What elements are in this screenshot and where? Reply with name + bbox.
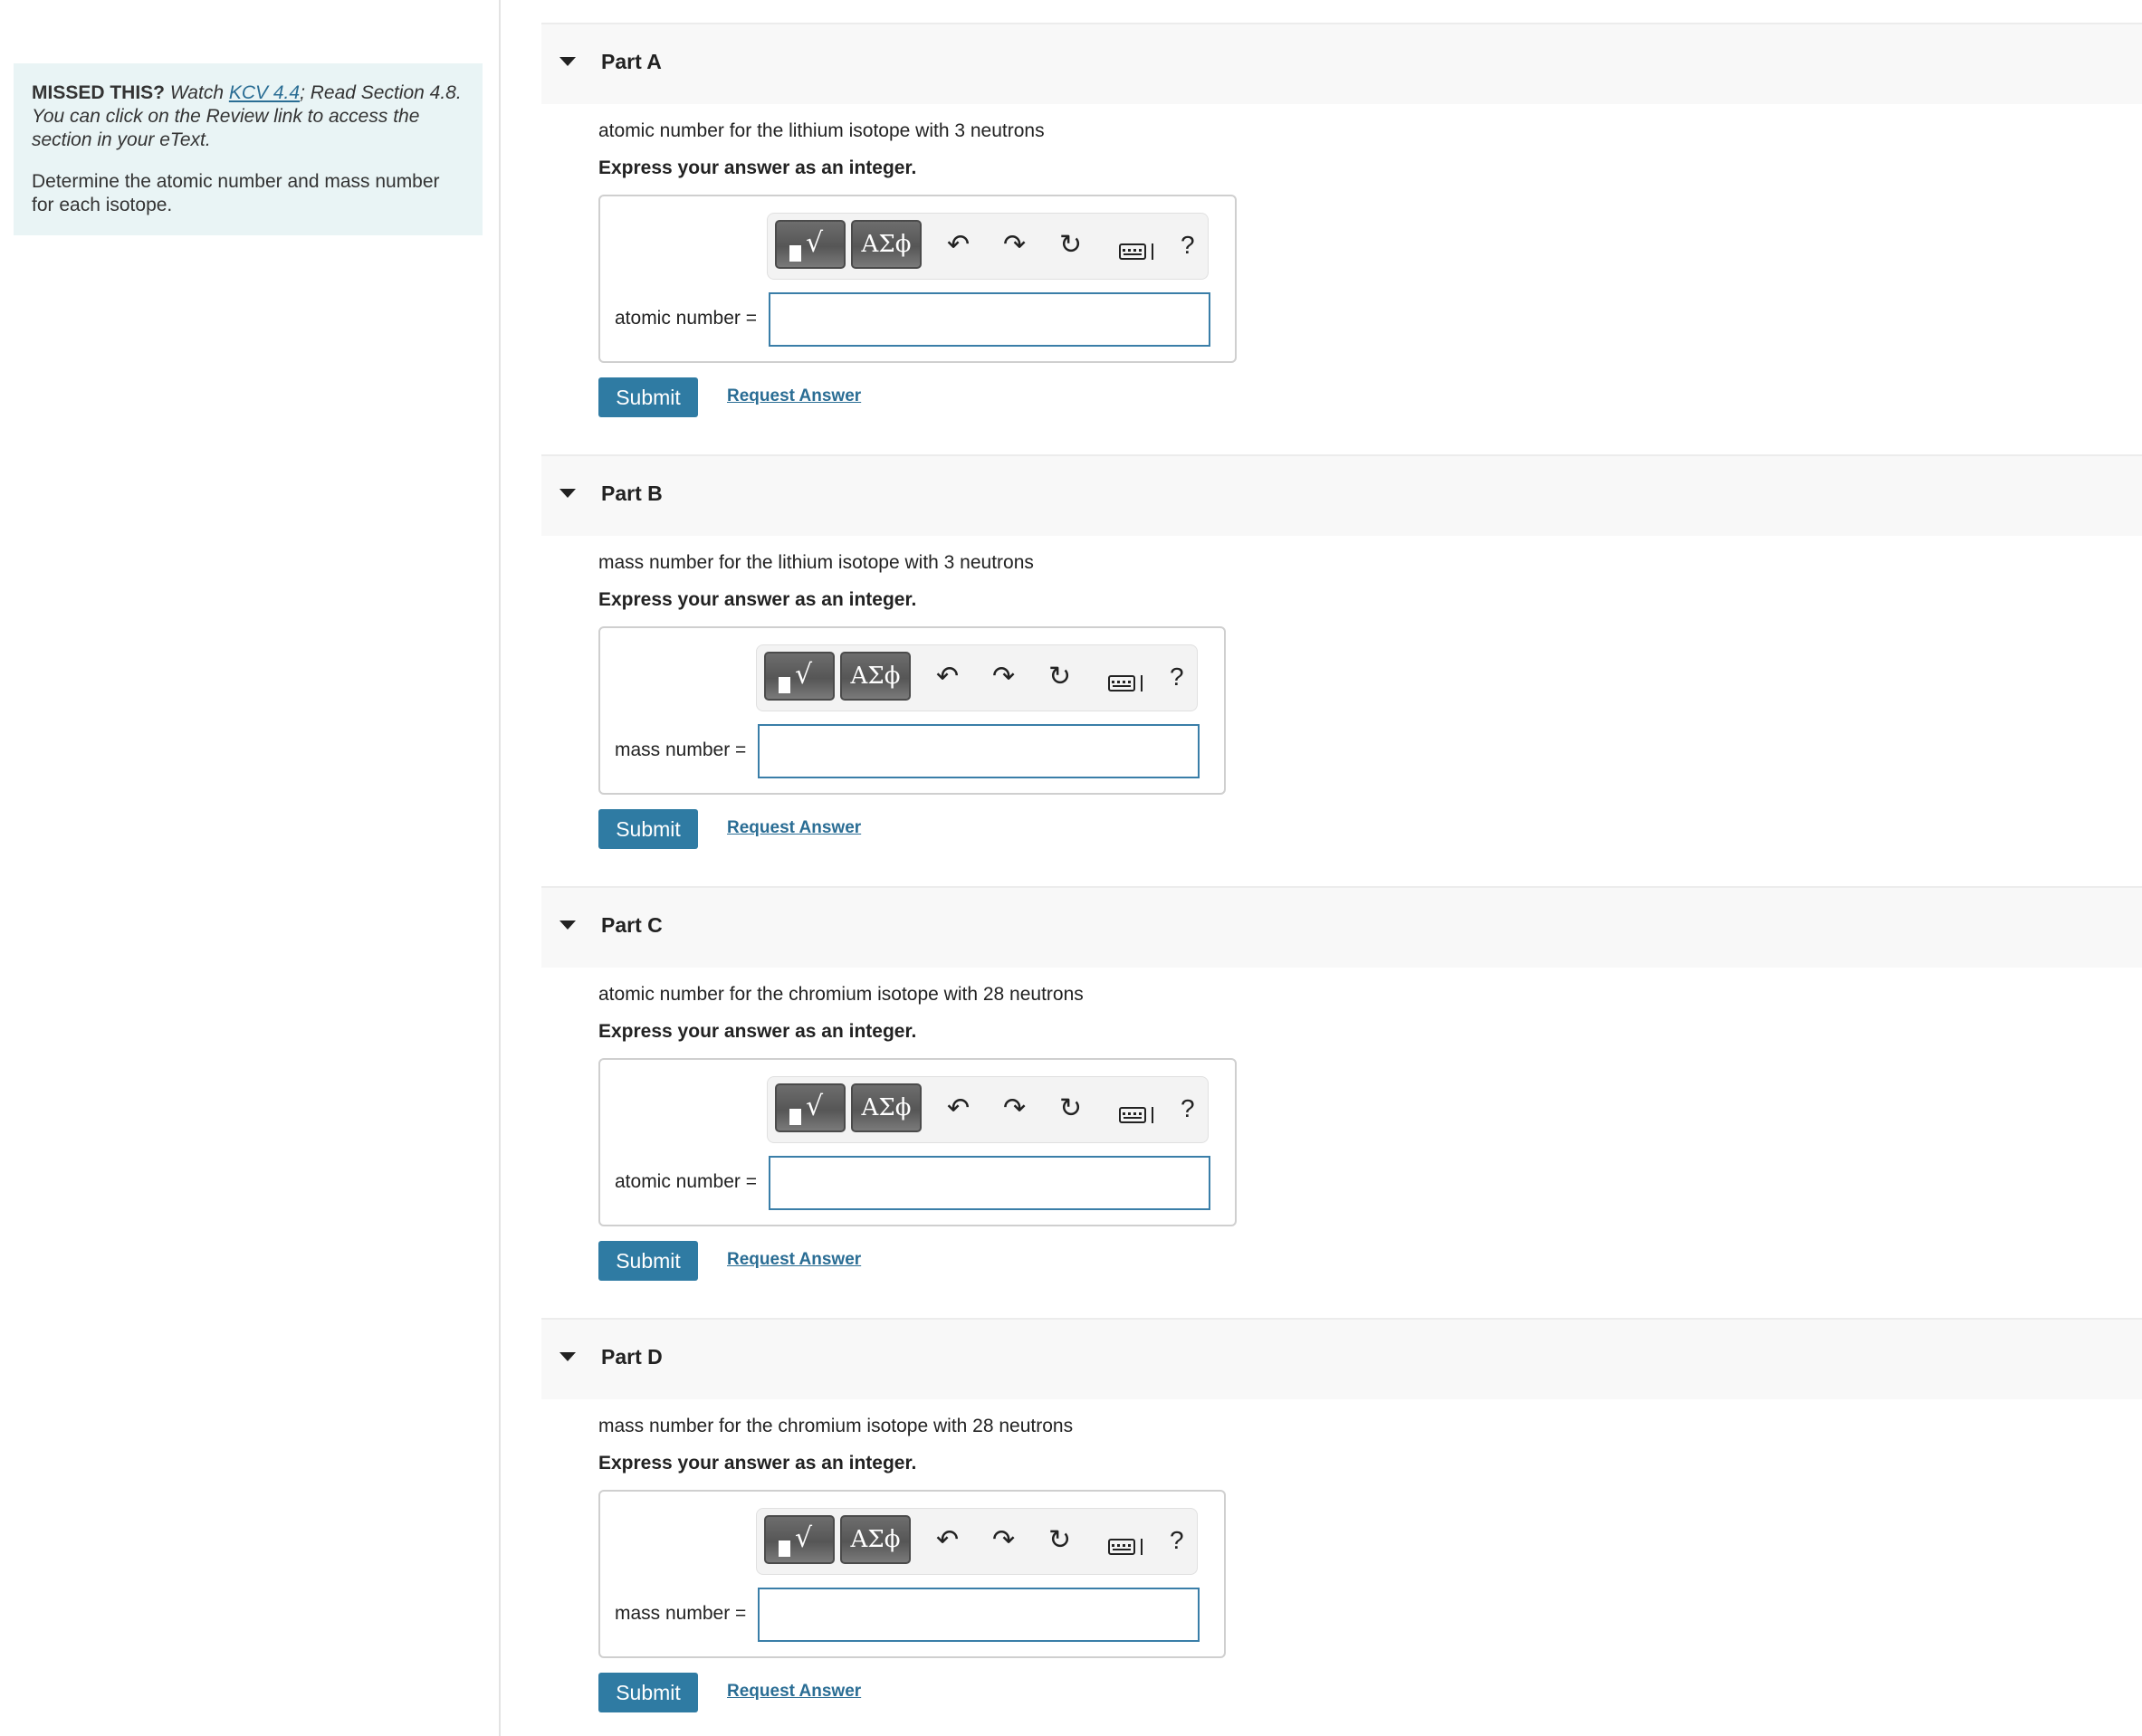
symbols-button[interactable]: ΑΣϕ [840,1515,911,1564]
template-square-icon [789,1109,801,1125]
reset-icon[interactable]: ↻ [1059,230,1082,261]
question-text: mass number for the lithium isotope with… [598,552,1034,573]
symbols-button[interactable]: ΑΣϕ [851,1083,922,1132]
kcv-link[interactable]: KCV 4.4 [229,82,300,103]
submit-button[interactable]: Submit [598,1241,698,1281]
symbols-button[interactable]: ΑΣϕ [840,652,911,701]
field-label: atomic number = [615,308,757,329]
missed-this-box: MISSED THIS? Watch KCV 4.4; Read Section… [14,63,483,235]
part-c-header[interactable]: Part C [541,886,2142,968]
undo-icon[interactable]: ↶ [936,662,959,692]
undo-icon[interactable]: ↶ [947,1093,970,1124]
problem-instruction: Determine the atomic number and mass num… [32,171,440,215]
keyboard-icon[interactable] [1108,667,1143,698]
math-toolbar: √ ΑΣϕ ↶ ↷ ↻ ? [756,644,1198,711]
keyboard-icon[interactable] [1119,1099,1153,1130]
collapse-caret-icon[interactable] [559,1352,576,1361]
answer-box: √ ΑΣϕ ↶ ↷ ↻ ? mass number = [598,1490,1226,1658]
help-button[interactable]: ? [1181,1093,1195,1124]
part-a-header[interactable]: Part A [541,23,2142,104]
answer-box: √ ΑΣϕ ↶ ↷ ↻ ? atomic number = [598,1058,1237,1226]
answer-input[interactable] [769,1156,1210,1210]
answer-input[interactable] [758,724,1200,778]
help-button[interactable]: ? [1181,230,1195,261]
redo-icon[interactable]: ↷ [992,662,1015,692]
redo-icon[interactable]: ↷ [1003,1093,1026,1124]
reset-icon[interactable]: ↻ [1048,1525,1071,1556]
collapse-caret-icon[interactable] [559,489,576,498]
undo-icon[interactable]: ↶ [947,230,970,261]
submit-button[interactable]: Submit [598,377,698,417]
answer-input[interactable] [769,292,1210,347]
reset-icon[interactable]: ↻ [1048,662,1071,692]
part-title: Part A [601,50,662,73]
missed-this-label: MISSED THIS? [32,82,166,103]
field-label: mass number = [615,739,747,760]
template-square-icon [779,1540,790,1557]
request-answer-link[interactable]: Request Answer [727,1250,861,1270]
question-text: atomic number for the chromium isotope w… [598,984,1084,1005]
answer-box: √ ΑΣϕ ↶ ↷ ↻ ? mass number = [598,626,1226,795]
radical-icon: √ [795,659,813,691]
keyboard-icon[interactable] [1119,235,1153,266]
symbols-button[interactable]: ΑΣϕ [851,220,922,269]
math-toolbar: √ ΑΣϕ ↶ ↷ ↻ ? [756,1508,1198,1575]
answer-instruction: Express your answer as an integer. [598,1453,917,1474]
template-square-icon [779,677,790,693]
templates-button[interactable]: √ [775,1083,846,1132]
keyboard-icon[interactable] [1108,1531,1143,1561]
request-answer-link[interactable]: Request Answer [727,1682,861,1702]
redo-icon[interactable]: ↷ [1003,230,1026,261]
redo-icon[interactable]: ↷ [992,1525,1015,1556]
answer-box: √ ΑΣϕ ↶ ↷ ↻ ? atomic number = [598,195,1237,363]
radical-icon: √ [806,1091,824,1122]
field-label: atomic number = [615,1171,757,1192]
radical-icon: √ [795,1522,813,1554]
template-square-icon [789,245,801,262]
answer-input[interactable] [758,1588,1200,1642]
radical-icon: √ [806,227,824,259]
question-text: mass number for the chromium isotope wit… [598,1416,1074,1436]
request-answer-link[interactable]: Request Answer [727,386,861,406]
templates-button[interactable]: √ [764,652,835,701]
part-b-header[interactable]: Part B [541,454,2142,536]
part-title: Part C [601,913,663,937]
watch-text: Watch [169,82,224,103]
field-label: mass number = [615,1603,747,1624]
submit-button[interactable]: Submit [598,809,698,849]
part-title: Part D [601,1345,663,1369]
submit-button[interactable]: Submit [598,1673,698,1712]
help-button[interactable]: ? [1170,662,1184,692]
math-toolbar: √ ΑΣϕ ↶ ↷ ↻ ? [767,213,1209,280]
help-button[interactable]: ? [1170,1525,1184,1556]
math-toolbar: √ ΑΣϕ ↶ ↷ ↻ ? [767,1076,1209,1143]
answer-instruction: Express your answer as an integer. [598,589,917,610]
request-answer-link[interactable]: Request Answer [727,818,861,838]
part-title: Part B [601,482,663,505]
reset-icon[interactable]: ↻ [1059,1093,1082,1124]
templates-button[interactable]: √ [775,220,846,269]
part-d-header[interactable]: Part D [541,1318,2142,1399]
answer-instruction: Express your answer as an integer. [598,1021,917,1042]
question-text: atomic number for the lithium isotope wi… [598,120,1045,141]
templates-button[interactable]: √ [764,1515,835,1564]
collapse-caret-icon[interactable] [559,920,576,930]
answer-instruction: Express your answer as an integer. [598,157,917,178]
collapse-caret-icon[interactable] [559,57,576,66]
undo-icon[interactable]: ↶ [936,1525,959,1556]
sidebar: MISSED THIS? Watch KCV 4.4; Read Section… [0,0,501,1736]
